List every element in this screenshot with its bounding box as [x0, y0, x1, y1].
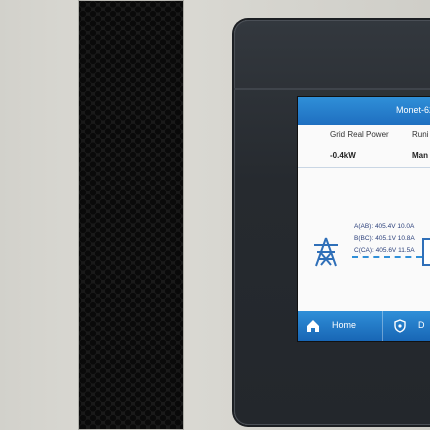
run-mode-label: Runi [412, 130, 429, 139]
second-tab-label[interactable]: D [418, 320, 425, 330]
phase-a-reading: A(AB): 405.4V 10.0A [354, 223, 415, 230]
device-title: Monet-62 [396, 105, 430, 115]
footer-divider [382, 311, 383, 341]
power-tower-icon [314, 237, 338, 267]
bezel-trim [234, 88, 430, 90]
divider [298, 167, 430, 168]
screen-footer: Home D [298, 311, 430, 341]
grid-power-label: Grid Real Power [330, 130, 389, 139]
phase-b-reading: B(BC): 405.1V 10.8A [354, 235, 415, 242]
touch-screen[interactable]: Monet-62 Grid Real Power Runi -0.4kW Man… [298, 97, 430, 341]
flow-line [352, 256, 422, 258]
phase-c-reading: C(CA): 405.6V 11.5A [354, 247, 415, 254]
grille-shading [78, 0, 184, 430]
grid-power-value: -0.4kW [330, 151, 356, 160]
photo-scene: Monet-62 Grid Real Power Runi -0.4kW Man… [0, 0, 430, 430]
run-mode-value: Man [412, 151, 428, 160]
shield-icon[interactable] [394, 319, 406, 333]
inverter-icon [422, 238, 430, 266]
home-icon[interactable] [306, 319, 320, 333]
home-tab-label[interactable]: Home [332, 320, 356, 330]
screen-header: Monet-62 [298, 97, 430, 125]
